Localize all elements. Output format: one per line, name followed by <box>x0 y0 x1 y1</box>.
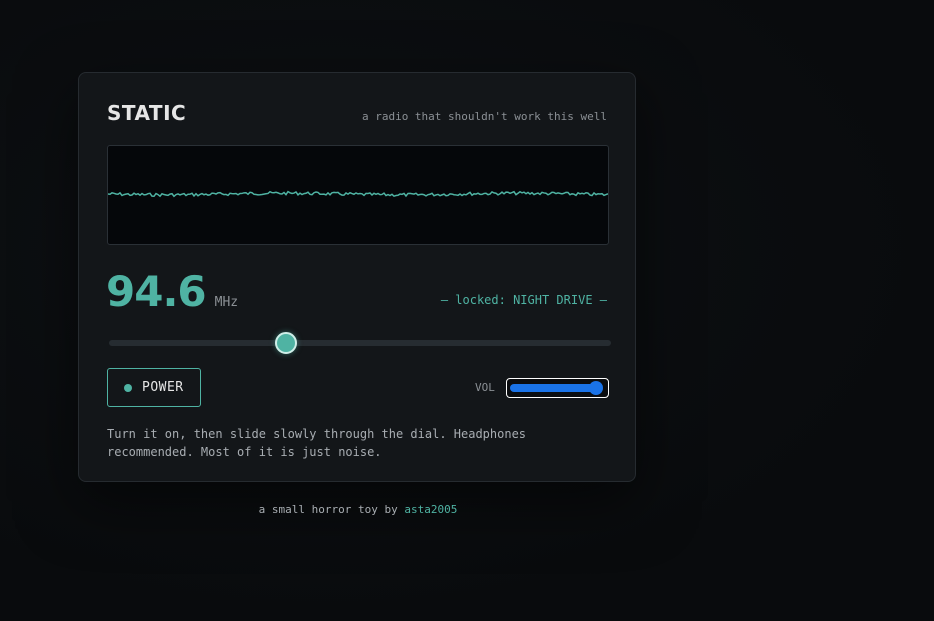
volume-slider-fill <box>510 384 601 392</box>
frequency-readout: 94.6 MHz <box>106 267 238 316</box>
oscilloscope-display <box>107 145 609 245</box>
power-indicator-icon <box>124 383 132 392</box>
app-title: STATIC <box>107 101 187 125</box>
power-button[interactable]: POWER <box>107 368 201 407</box>
volume-label: VOL <box>475 381 495 394</box>
frequency-value: 94.6 <box>106 267 207 316</box>
tuning-dial-slider[interactable] <box>109 332 611 354</box>
power-button-label: POWER <box>142 380 184 395</box>
footer: a small horror toy by asta2005 <box>0 503 716 516</box>
footer-text: a small horror toy by <box>258 503 398 516</box>
tuning-dial-thumb[interactable] <box>274 332 297 354</box>
page: STATIC a radio that shouldn't work this … <box>0 0 934 621</box>
volume-slider-thumb[interactable] <box>589 381 604 395</box>
help-text: Turn it on, then slide slowly through th… <box>107 427 527 459</box>
frequency-unit: MHz <box>214 295 239 310</box>
lock-status: — locked: NIGHT DRIVE — <box>440 293 607 307</box>
waveform-graph <box>108 190 608 198</box>
volume-slider[interactable] <box>506 378 609 398</box>
author-link[interactable]: asta2005 <box>404 503 457 516</box>
radio-card: STATIC a radio that shouldn't work this … <box>78 72 636 482</box>
app-tagline: a radio that shouldn't work this well <box>361 110 607 123</box>
waveform-trace <box>108 190 608 198</box>
